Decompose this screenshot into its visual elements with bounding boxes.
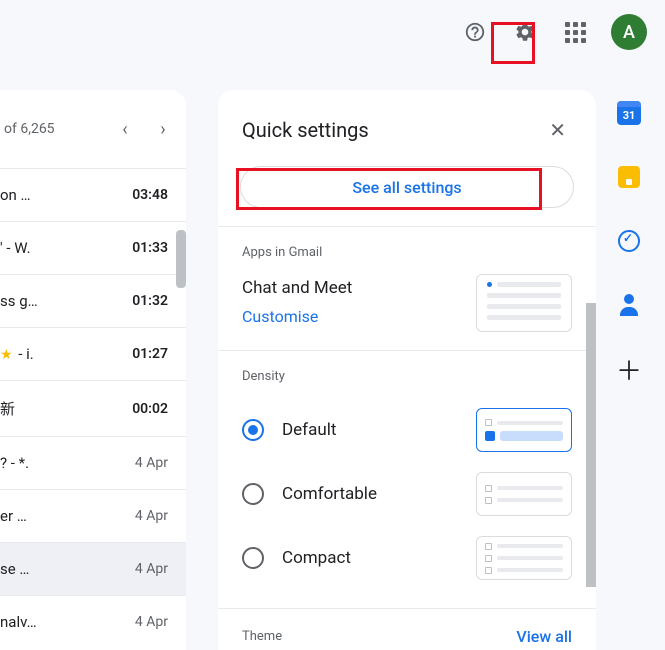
apps-section: Apps in Gmail Chat and Meet Customise	[218, 226, 596, 350]
mail-item[interactable]: er … 4 Apr	[0, 489, 186, 542]
mail-time: 03:48	[132, 187, 168, 203]
mail-time: 4 Apr	[135, 561, 168, 577]
mail-item[interactable]: ? - *. 4 Apr	[0, 436, 186, 489]
help-icon[interactable]	[455, 12, 495, 52]
side-rail: 31 ＋	[607, 100, 651, 382]
mail-time: 01:32	[132, 293, 168, 309]
mail-item[interactable]: on … 03:48	[0, 168, 186, 221]
quick-settings-panel: Quick settings ✕ See all settings Apps i…	[218, 90, 596, 650]
mail-item[interactable]: ss g… 01:32	[0, 274, 186, 327]
mail-preview: on …	[0, 186, 31, 204]
see-all-settings-button[interactable]: See all settings	[240, 166, 574, 208]
mail-item[interactable]: nalv… 4 Apr	[0, 595, 186, 648]
density-section: Density Default Comfortable Compact	[218, 350, 596, 608]
mail-time: 00:02	[132, 401, 168, 417]
apps-heading: Apps in Gmail	[242, 245, 572, 260]
mail-preview: nalv…	[0, 613, 37, 631]
pagination-row: of 6,265 ‹ ›	[0, 102, 186, 168]
mail-item[interactable]: ' - W. 01:33	[0, 221, 186, 274]
density-preview	[476, 408, 572, 452]
density-preview	[476, 536, 572, 580]
next-page[interactable]: ›	[144, 110, 182, 148]
top-bar: A	[0, 0, 665, 64]
mail-time: 01:27	[132, 346, 168, 362]
apps-label: Chat and Meet	[242, 274, 352, 303]
contacts-icon[interactable]	[616, 292, 642, 318]
prev-page[interactable]: ‹	[106, 110, 144, 148]
mail-item[interactable]: 新 00:02	[0, 380, 186, 436]
add-icon[interactable]: ＋	[616, 356, 642, 382]
radio-icon	[242, 547, 264, 569]
mail-preview: ? - *.	[0, 454, 29, 472]
panel-scrollbar[interactable]	[586, 303, 596, 587]
apps-preview	[476, 274, 572, 332]
mail-time: 4 Apr	[135, 455, 168, 471]
gear-icon[interactable]	[505, 12, 545, 52]
close-icon[interactable]: ✕	[543, 112, 572, 148]
tasks-icon[interactable]	[616, 228, 642, 254]
panel-title: Quick settings	[242, 118, 369, 142]
mail-preview: ★ - i.	[0, 345, 34, 363]
radio-icon	[242, 483, 264, 505]
mail-time: 4 Apr	[135, 614, 168, 630]
customise-link[interactable]: Customise	[242, 303, 352, 330]
theme-viewall[interactable]: View all	[516, 627, 572, 646]
count-text: of 6,265	[0, 121, 106, 137]
density-label: Comfortable	[282, 484, 377, 504]
theme-section: Theme View all	[218, 608, 596, 646]
avatar[interactable]: A	[611, 14, 647, 50]
density-option[interactable]: Comfortable	[242, 462, 572, 526]
mail-item[interactable]: ★ - i. 01:27	[0, 327, 186, 380]
inbox-scrollbar[interactable]	[176, 230, 186, 288]
density-label: Default	[282, 420, 336, 440]
mail-time: 4 Apr	[135, 508, 168, 524]
mail-preview: se …	[0, 560, 29, 578]
density-option[interactable]: Default	[242, 398, 572, 462]
mail-item[interactable]: se … 4 Apr	[0, 542, 186, 595]
star-icon: ★	[0, 347, 13, 363]
density-heading: Density	[242, 369, 572, 384]
inbox-panel: of 6,265 ‹ › on … 03:48 ' - W. 01:33 ss g… 01…	[0, 90, 186, 650]
density-option[interactable]: Compact	[242, 526, 572, 590]
radio-icon	[242, 419, 264, 441]
mail-time: 01:33	[132, 240, 168, 256]
calendar-icon[interactable]: 31	[616, 100, 642, 126]
density-preview	[476, 472, 572, 516]
apps-icon[interactable]	[555, 12, 595, 52]
mail-preview: ' - W.	[0, 239, 31, 257]
mail-preview: ss g…	[0, 292, 38, 310]
mail-preview: er …	[0, 507, 27, 525]
theme-heading: Theme	[242, 629, 282, 644]
mail-preview: 新	[0, 398, 15, 419]
density-label: Compact	[282, 548, 351, 568]
keep-icon[interactable]	[616, 164, 642, 190]
